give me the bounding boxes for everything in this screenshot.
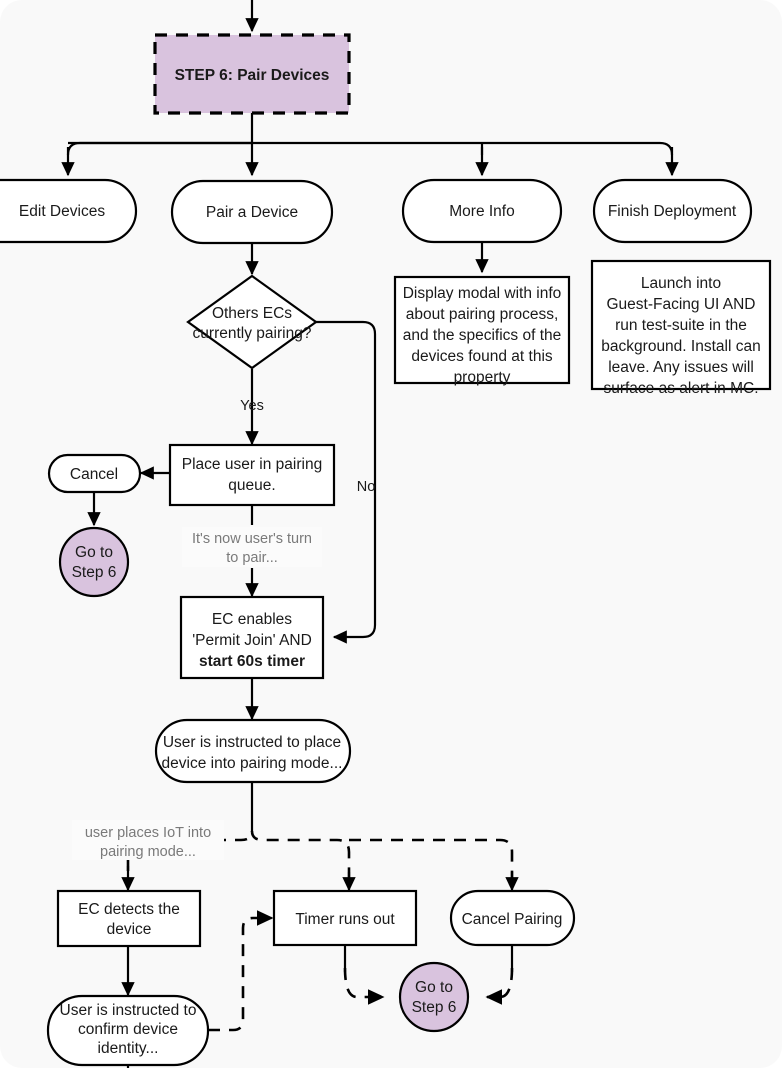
finish-detail-line-3: run test-suite in the <box>615 317 747 334</box>
more-info-label: More Info <box>449 203 514 220</box>
iot-note-line-2: pairing mode... <box>100 844 196 860</box>
node-confirm-identity[interactable]: User is instructed to confirm device ide… <box>46 994 210 1067</box>
confirm-line-2: confirm device <box>78 1021 178 1038</box>
pair-a-device-label: Pair a Device <box>206 204 298 221</box>
node-step6[interactable]: STEP 6: Pair Devices <box>153 33 351 115</box>
more-info-detail-line-1: Display modal with info <box>403 285 562 302</box>
iot-note-line-1: user places IoT into <box>85 825 211 841</box>
more-info-detail-line-4: devices found at this <box>411 348 553 365</box>
node-goto-step6-a[interactable]: Go to Step 6 <box>58 526 130 598</box>
queue-note-line-2: to pair... <box>226 550 278 566</box>
finish-detail-line-1: Launch into <box>641 275 721 292</box>
ec-detects-line-1: EC detects the <box>78 901 180 918</box>
note-users-turn: It's now user's turn to pair... <box>182 527 322 567</box>
decision-yes-label: Yes <box>240 398 264 414</box>
decision-no-label: No <box>357 479 376 495</box>
flowchart-canvas: STEP 6: Pair Devices Edit Devices Pair a… <box>0 0 782 1068</box>
permit-join-line-3: start 60s timer <box>199 653 305 670</box>
decision-line-2: currently pairing? <box>193 325 312 342</box>
more-info-detail-line-3: and the specifics of the <box>403 327 562 344</box>
node-decision-others-ecs[interactable]: Others ECs currently pairing? <box>186 274 318 370</box>
confirm-line-3: identity... <box>98 1040 159 1057</box>
finish-deployment-label: Finish Deployment <box>608 203 737 220</box>
more-info-detail-line-5: property <box>454 369 511 386</box>
node-ec-detects-device[interactable]: EC detects the device <box>56 889 202 948</box>
goto-a-line-2: Step 6 <box>72 564 117 581</box>
node-timer-runs-out[interactable]: Timer runs out <box>272 889 418 947</box>
timer-runs-out-label: Timer runs out <box>295 911 395 928</box>
node-pairing-queue[interactable]: Place user in pairing queue. <box>168 443 336 507</box>
cancel-pairing-label: Cancel Pairing <box>462 911 563 928</box>
node-more-info-detail: Display modal with info about pairing pr… <box>393 275 571 386</box>
ec-detects-line-2: device <box>107 921 152 938</box>
queue-line-2: queue. <box>228 477 275 494</box>
finish-detail-line-6: surface as alert in MC. <box>603 380 758 397</box>
instruct-place-line-1: User is instructed to place <box>163 734 341 751</box>
more-info-detail-line-2: about pairing process, <box>406 306 559 323</box>
node-edit-devices[interactable]: Edit Devices <box>0 178 138 244</box>
step6-label: STEP 6: Pair Devices <box>175 67 330 84</box>
node-cancel[interactable]: Cancel <box>47 453 142 494</box>
decision-line-1: Others ECs <box>212 305 292 322</box>
node-instruct-place-device[interactable]: User is instructed to place device into … <box>154 718 352 784</box>
edit-devices-label: Edit Devices <box>19 203 105 220</box>
cancel-label: Cancel <box>70 466 118 483</box>
queue-line-1: Place user in pairing <box>182 456 322 473</box>
permit-join-line-1: EC enables <box>212 611 292 628</box>
instruct-place-line-2: device into pairing mode... <box>162 755 343 772</box>
finish-detail-line-5: leave. Any issues will <box>608 359 754 376</box>
goto-b-line-1: Go to <box>415 979 453 996</box>
queue-note-line-1: It's now user's turn <box>192 531 312 547</box>
node-finish-deployment[interactable]: Finish Deployment <box>592 178 753 244</box>
permit-join-line-2: 'Permit Join' AND <box>192 632 312 649</box>
note-user-places-iot: user places IoT into pairing mode... <box>72 820 224 860</box>
node-more-info[interactable]: More Info <box>401 178 563 244</box>
node-finish-deployment-detail: Launch into Guest-Facing UI AND run test… <box>590 259 772 397</box>
finish-detail-line-2: Guest-Facing UI AND <box>606 296 755 313</box>
confirm-line-1: User is instructed to <box>60 1002 197 1019</box>
node-cancel-pairing[interactable]: Cancel Pairing <box>449 889 576 947</box>
goto-b-line-2: Step 6 <box>412 999 457 1016</box>
node-permit-join[interactable]: EC enables 'Permit Join' AND start 60s t… <box>179 595 325 680</box>
finish-detail-line-4: background. Install can <box>601 338 760 355</box>
node-goto-step6-b[interactable]: Go to Step 6 <box>398 961 470 1033</box>
goto-a-line-1: Go to <box>75 544 113 561</box>
nodes-layer: STEP 6: Pair Devices Edit Devices Pair a… <box>0 33 772 1067</box>
node-pair-a-device[interactable]: Pair a Device <box>170 179 334 245</box>
